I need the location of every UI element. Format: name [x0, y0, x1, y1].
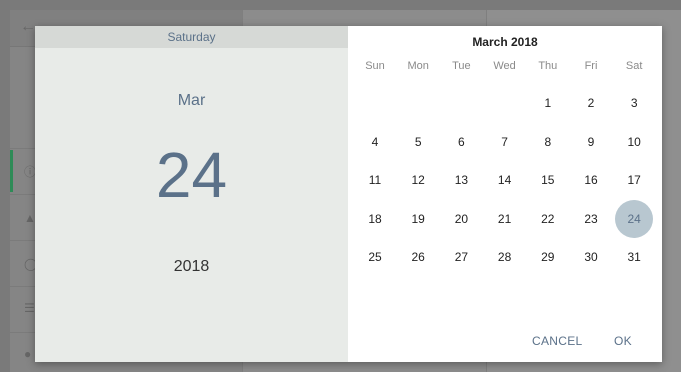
- calendar-day[interactable]: 11: [356, 161, 394, 199]
- calendar-day-selected[interactable]: 24: [615, 199, 654, 238]
- calendar-day[interactable]: 30: [572, 238, 610, 276]
- cancel-button[interactable]: CANCEL: [526, 330, 588, 352]
- calendar-day[interactable]: 12: [399, 161, 437, 199]
- calendar-day[interactable]: 27: [442, 238, 480, 276]
- calendar-day[interactable]: 2: [572, 84, 610, 122]
- calendar-day[interactable]: 15: [529, 161, 567, 199]
- calendar-day[interactable]: 18: [356, 200, 394, 238]
- calendar-day[interactable]: 3: [615, 84, 653, 122]
- calendar-day[interactable]: 21: [486, 200, 524, 238]
- calendar-day[interactable]: 31: [615, 238, 653, 276]
- weekday-label: Wed: [493, 60, 516, 72]
- calendar-day[interactable]: 29: [529, 238, 567, 276]
- weekday-label: Thu: [538, 60, 558, 72]
- calendar-day[interactable]: 28: [486, 238, 524, 276]
- calendar-day[interactable]: 10: [615, 123, 653, 161]
- selected-month[interactable]: Mar: [35, 92, 348, 110]
- selected-year[interactable]: 2018: [35, 258, 348, 276]
- calendar-day[interactable]: 25: [356, 238, 394, 276]
- calendar-day[interactable]: 13: [442, 161, 480, 199]
- weekday-label: Sun: [365, 60, 385, 72]
- calendar-day[interactable]: 6: [442, 123, 480, 161]
- calendar-day[interactable]: 26: [399, 238, 437, 276]
- weekday-label: Fri: [584, 60, 598, 72]
- weekday-label: Tue: [452, 60, 471, 72]
- calendar-day[interactable]: 5: [399, 123, 437, 161]
- background-active-indicator: [10, 150, 13, 192]
- calendar-day[interactable]: 23: [572, 200, 610, 238]
- calendar-day[interactable]: 1: [529, 84, 567, 122]
- calendar-day[interactable]: 19: [399, 200, 437, 238]
- ok-button[interactable]: OK: [608, 330, 638, 352]
- calendar-day[interactable]: 14: [486, 161, 524, 199]
- back-arrow-icon: ←: [20, 18, 36, 35]
- calendar-day[interactable]: 9: [572, 123, 610, 161]
- date-header-panel: Saturday Mar 24 2018: [35, 26, 348, 362]
- selected-day[interactable]: 24: [35, 142, 348, 208]
- calendar-day[interactable]: 4: [356, 123, 394, 161]
- calendar-day[interactable]: 17: [615, 161, 653, 199]
- calendar-day[interactable]: 8: [529, 123, 567, 161]
- calendar-day[interactable]: 20: [442, 200, 480, 238]
- selected-weekday: Saturday: [35, 26, 348, 48]
- date-picker-dialog: Saturday Mar 24 2018 March 2018 Sun Mon Tu…: [35, 26, 662, 362]
- calendar-day[interactable]: 16: [572, 161, 610, 199]
- weekday-label: Sat: [625, 60, 643, 72]
- calendar-month-title: March 2018: [472, 35, 538, 49]
- calendar-panel: March 2018 Sun Mon Tue Wed Thu Fri Sat 1234567…: [348, 26, 662, 362]
- calendar-day[interactable]: 22: [529, 200, 567, 238]
- weekday-label: Mon: [407, 60, 429, 72]
- calendar-day[interactable]: 7: [486, 123, 524, 161]
